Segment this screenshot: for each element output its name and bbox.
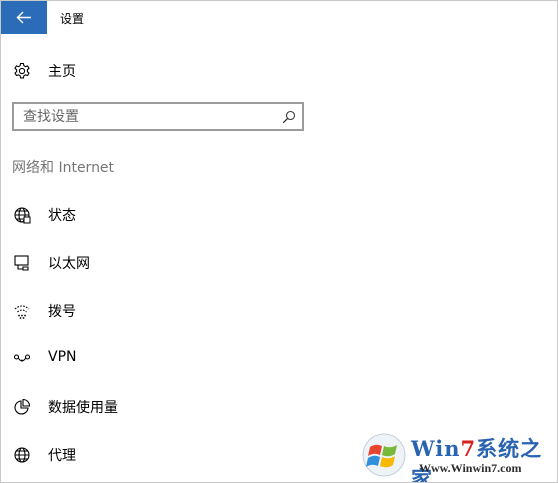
nav-item-vpn[interactable]: VPN xyxy=(13,346,313,372)
ethernet-icon xyxy=(14,255,29,271)
globe-icon xyxy=(14,447,30,463)
nav-item-label: VPN xyxy=(48,349,77,365)
nav-item-label: 代理 xyxy=(48,448,76,464)
gear-icon xyxy=(14,62,30,79)
home-link[interactable]: 主页 xyxy=(13,59,313,83)
nav-item-proxy[interactable]: 代理 xyxy=(13,442,313,468)
arrow-left-icon xyxy=(16,11,31,24)
nav-item-label: 以太网 xyxy=(48,256,90,272)
title-bar: 设置 xyxy=(1,1,557,34)
nav-item-label: 数据使用量 xyxy=(48,400,118,416)
settings-window: 设置 主页 网络和 Internet 状态 xyxy=(0,0,558,483)
vpn-icon xyxy=(13,354,31,362)
back-button[interactable] xyxy=(1,1,47,34)
watermark-url: Www.Winwin7.com xyxy=(419,461,522,475)
globe-status-icon xyxy=(14,207,31,224)
nav-item-status[interactable]: 状态 xyxy=(13,202,313,228)
home-label: 主页 xyxy=(48,64,76,80)
nav-item-data-usage[interactable]: 数据使用量 xyxy=(13,394,313,420)
windows-flag-logo xyxy=(362,433,406,477)
nav-item-dialup[interactable]: 拨号 xyxy=(13,298,313,324)
section-heading: 网络和 Internet xyxy=(12,160,115,176)
nav-item-label: 状态 xyxy=(48,208,76,224)
search-input[interactable] xyxy=(23,107,273,126)
nav-item-ethernet[interactable]: 以太网 xyxy=(13,250,313,276)
watermark: Win7系统之家 Www.Winwin7.com xyxy=(359,429,555,482)
search-box[interactable] xyxy=(12,102,304,131)
window-title: 设置 xyxy=(60,12,85,26)
dialup-icon xyxy=(14,305,30,319)
pie-chart-icon xyxy=(14,398,31,415)
nav-item-label: 拨号 xyxy=(48,304,76,320)
search-icon[interactable] xyxy=(282,110,296,124)
